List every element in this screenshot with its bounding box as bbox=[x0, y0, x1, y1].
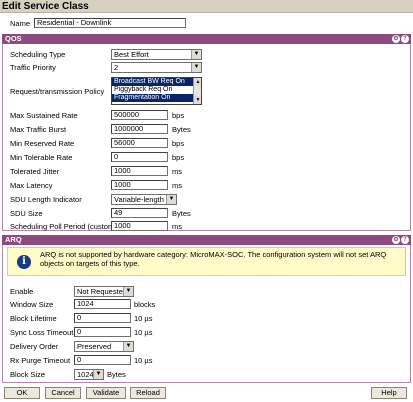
scheduling-poll-period-label: Scheduling Poll Period (custom) bbox=[10, 222, 117, 231]
delivery-order-label: Delivery Order bbox=[10, 342, 59, 351]
delivery-order-value: Preserved bbox=[77, 342, 112, 351]
scroll-up-icon[interactable]: ▲ bbox=[194, 78, 201, 86]
reload-button[interactable]: Reload bbox=[130, 387, 166, 399]
validate-button[interactable]: Validate bbox=[86, 387, 126, 399]
request-policy-label: Request/transmission Policy bbox=[10, 87, 105, 96]
request-policy-option[interactable]: Piggyback Req On bbox=[112, 86, 201, 94]
block-size-select[interactable]: 1024 ▼ bbox=[74, 369, 104, 380]
sync-loss-timeout-label: Sync Loss Timeout bbox=[10, 328, 74, 337]
arq-notice: i ARQ is not supported by hardware categ… bbox=[7, 247, 406, 276]
arq-enable-value: Not Requested bbox=[77, 287, 128, 296]
scroll-down-icon[interactable]: ▼ bbox=[194, 96, 201, 104]
arq-notice-text: ARQ is not supported by hardware categor… bbox=[40, 250, 387, 268]
tolerated-jitter-input[interactable]: 1000 bbox=[111, 166, 168, 176]
scheduling-type-value: Best Effort bbox=[114, 50, 149, 59]
info-icon: i bbox=[17, 255, 31, 269]
max-latency-label: Max Latency bbox=[10, 181, 53, 190]
min-reserved-rate-label: Min Reserved Rate bbox=[10, 139, 75, 148]
block-lifetime-input[interactable]: 0 bbox=[74, 313, 131, 323]
block-lifetime-label: Block Lifetime bbox=[10, 314, 57, 323]
window-size-label: Window Size bbox=[10, 300, 54, 309]
traffic-priority-label: Traffic Priority bbox=[10, 63, 56, 72]
qos-section-header: QOS ⚙? bbox=[2, 34, 411, 44]
arq-header-icons: ⚙? bbox=[391, 236, 409, 244]
settings-icon[interactable]: ⚙ bbox=[392, 35, 400, 43]
sdu-length-indicator-value: Variable-length bbox=[114, 195, 164, 204]
tolerated-jitter-label: Tolerated Jitter bbox=[10, 167, 60, 176]
arq-section-header: ARQ ⚙? bbox=[2, 235, 411, 245]
scheduling-type-label: Scheduling Type bbox=[10, 50, 66, 59]
min-tolerable-rate-unit: bps bbox=[172, 153, 185, 162]
min-reserved-rate-input[interactable]: 56000 bbox=[111, 138, 168, 148]
chevron-down-icon: ▼ bbox=[191, 63, 201, 72]
tolerated-jitter-unit: ms bbox=[172, 167, 182, 176]
chevron-down-icon: ▼ bbox=[93, 370, 103, 379]
arq-enable-label: Enable bbox=[10, 287, 34, 296]
traffic-priority-value: 2 bbox=[114, 63, 119, 72]
sdu-length-indicator-select[interactable]: Variable-length ▼ bbox=[111, 194, 177, 205]
traffic-priority-select[interactable]: 2 ▼ bbox=[111, 62, 202, 73]
chevron-down-icon: ▼ bbox=[166, 195, 176, 204]
name-input[interactable]: Residential - Downlink bbox=[34, 18, 186, 28]
footer-bar: OK Cancel Validate Reload Help bbox=[0, 386, 413, 402]
request-policy-listbox[interactable]: Broadcast BW Req On Piggyback Req On Fra… bbox=[111, 77, 202, 105]
max-latency-input[interactable]: 1000 bbox=[111, 180, 168, 190]
block-lifetime-unit: 10 µs bbox=[134, 314, 153, 323]
help-button[interactable]: Help bbox=[371, 387, 407, 399]
listbox-scrollbar[interactable]: ▲ ▼ bbox=[193, 78, 201, 104]
rx-purge-timeout-unit: 10 µs bbox=[134, 356, 153, 365]
max-latency-unit: ms bbox=[172, 181, 182, 190]
chevron-down-icon: ▼ bbox=[123, 287, 133, 296]
arq-section-title: ARQ bbox=[5, 235, 22, 244]
sdu-size-unit: Bytes bbox=[172, 209, 191, 218]
scheduling-poll-period-unit: ms bbox=[172, 222, 182, 231]
sdu-length-indicator-label: SDU Length Indicator bbox=[10, 195, 82, 204]
help-icon[interactable]: ? bbox=[401, 35, 409, 43]
scheduling-type-select[interactable]: Best Effort ▼ bbox=[111, 49, 202, 60]
qos-section-title: QOS bbox=[5, 34, 22, 43]
window-size-unit: blocks bbox=[134, 300, 156, 309]
help-icon[interactable]: ? bbox=[401, 236, 409, 244]
chevron-down-icon: ▼ bbox=[191, 50, 201, 59]
max-sustained-rate-input[interactable]: 500000 bbox=[111, 110, 168, 120]
scheduling-poll-period-input[interactable]: 1000 bbox=[111, 221, 168, 231]
ok-button[interactable]: OK bbox=[4, 387, 40, 399]
rx-purge-timeout-label: Rx Purge Timeout bbox=[10, 356, 71, 365]
chevron-down-icon: ▼ bbox=[123, 342, 133, 351]
request-policy-option[interactable]: Broadcast BW Req On bbox=[112, 78, 201, 86]
sdu-size-input[interactable]: 49 bbox=[111, 208, 168, 218]
request-policy-option[interactable]: Fragmentation On bbox=[112, 94, 201, 102]
min-reserved-rate-unit: bps bbox=[172, 139, 185, 148]
sync-loss-timeout-input[interactable]: 0 bbox=[74, 327, 131, 337]
min-tolerable-rate-label: Min Tolerable Rate bbox=[10, 153, 73, 162]
max-sustained-rate-unit: bps bbox=[172, 111, 185, 120]
page-title: Edit Service Class bbox=[0, 0, 413, 13]
min-tolerable-rate-input[interactable]: 0 bbox=[111, 152, 168, 162]
delivery-order-select[interactable]: Preserved ▼ bbox=[74, 341, 134, 352]
max-traffic-burst-label: Max Traffic Burst bbox=[10, 125, 67, 134]
max-traffic-burst-input[interactable]: 1000000 bbox=[111, 124, 168, 134]
settings-icon[interactable]: ⚙ bbox=[392, 236, 400, 244]
block-size-label: Block Size bbox=[10, 370, 46, 379]
qos-header-icons: ⚙? bbox=[391, 35, 409, 43]
name-label: Name bbox=[10, 19, 31, 28]
max-traffic-burst-unit: Bytes bbox=[172, 125, 191, 134]
max-sustained-rate-label: Max Sustained Rate bbox=[10, 111, 78, 120]
block-size-value: 1024 bbox=[77, 370, 94, 379]
cancel-button[interactable]: Cancel bbox=[45, 387, 81, 399]
sync-loss-timeout-unit: 10 µs bbox=[134, 328, 153, 337]
window-size-input[interactable]: 1024 bbox=[74, 299, 131, 309]
rx-purge-timeout-input[interactable]: 0 bbox=[74, 355, 131, 365]
arq-enable-select[interactable]: Not Requested ▼ bbox=[74, 286, 134, 297]
sdu-size-label: SDU Size bbox=[10, 209, 43, 218]
block-size-unit: Bytes bbox=[107, 370, 126, 379]
